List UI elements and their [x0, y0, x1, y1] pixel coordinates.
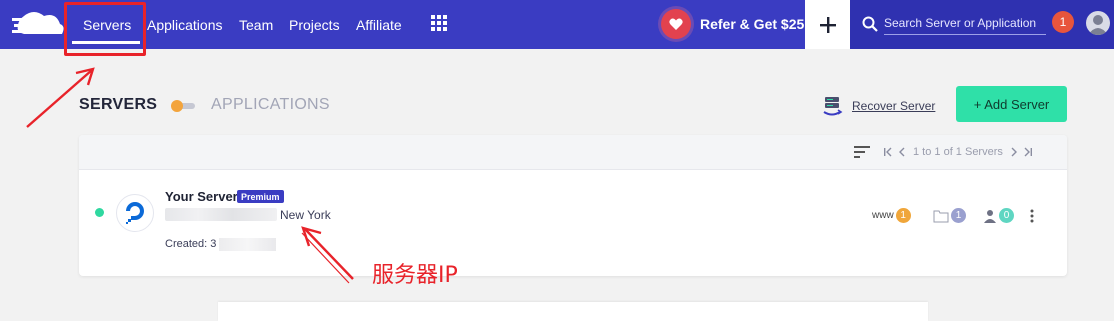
- prev-page-icon[interactable]: [895, 145, 909, 159]
- servers-applications-toggle[interactable]: [171, 100, 195, 112]
- websites-stat[interactable]: www 1: [872, 208, 911, 223]
- tab-servers[interactable]: SERVERS: [79, 96, 157, 114]
- digitalocean-logo-icon: [116, 194, 154, 232]
- search-input[interactable]: [884, 11, 1046, 35]
- server-ip-redacted: [165, 208, 277, 221]
- plus-icon: [819, 16, 836, 33]
- sort-icon[interactable]: [854, 146, 870, 158]
- www-label: www: [872, 210, 894, 221]
- recover-server-icon: [823, 97, 843, 116]
- nav-applications[interactable]: Applications: [147, 17, 223, 33]
- last-page-icon[interactable]: [1021, 145, 1035, 159]
- search-icon: [862, 16, 878, 32]
- folders-count: 1: [951, 208, 966, 223]
- created-label: Created: 3: [165, 238, 217, 250]
- first-page-icon[interactable]: [881, 145, 895, 159]
- notification-badge[interactable]: 1: [1052, 11, 1074, 33]
- cloud-logo-icon[interactable]: [12, 10, 64, 38]
- annotation-label-server-ip: 服务器IP: [372, 263, 458, 288]
- refer-label: Refer & Get $25: [700, 16, 805, 32]
- folders-stat[interactable]: 1: [933, 208, 966, 223]
- recover-server-link[interactable]: Recover Server: [822, 95, 935, 117]
- server-location: New York: [280, 208, 331, 222]
- add-server-button[interactable]: + Add Server: [956, 86, 1067, 122]
- pagination: 1 to 1 of 1 Servers: [881, 145, 1035, 159]
- user-avatar-icon[interactable]: [1086, 11, 1110, 35]
- created-date-redacted: [219, 238, 276, 251]
- premium-badge: Premium: [237, 190, 284, 203]
- team-count: 0: [999, 208, 1014, 223]
- more-options-icon[interactable]: [1030, 209, 1034, 223]
- websites-count: 1: [895, 208, 911, 223]
- annotation-highlight-box: [64, 2, 146, 56]
- folder-icon: [933, 210, 949, 222]
- pagination-text: 1 to 1 of 1 Servers: [913, 146, 1003, 158]
- quick-add-button[interactable]: [805, 0, 850, 49]
- server-name[interactable]: Your Server: [165, 189, 238, 204]
- server-list-card: 1 to 1 of 1 Servers Your Server Premium …: [79, 135, 1067, 276]
- tab-applications[interactable]: APPLICATIONS: [211, 96, 330, 114]
- next-page-icon[interactable]: [1007, 145, 1021, 159]
- nav-team[interactable]: Team: [239, 17, 273, 33]
- grid-apps-icon[interactable]: [431, 15, 447, 31]
- bottom-content-panel: [218, 302, 928, 321]
- nav-affiliate[interactable]: Affiliate: [356, 17, 402, 33]
- server-status-dot: [95, 208, 104, 217]
- nav-projects[interactable]: Projects: [289, 17, 340, 33]
- team-stat[interactable]: 0: [983, 208, 1014, 223]
- refer-button[interactable]: Refer & Get $25: [661, 8, 804, 40]
- recover-server-label: Recover Server: [852, 99, 936, 113]
- heart-icon: [661, 9, 691, 39]
- team-member-icon: [984, 209, 996, 223]
